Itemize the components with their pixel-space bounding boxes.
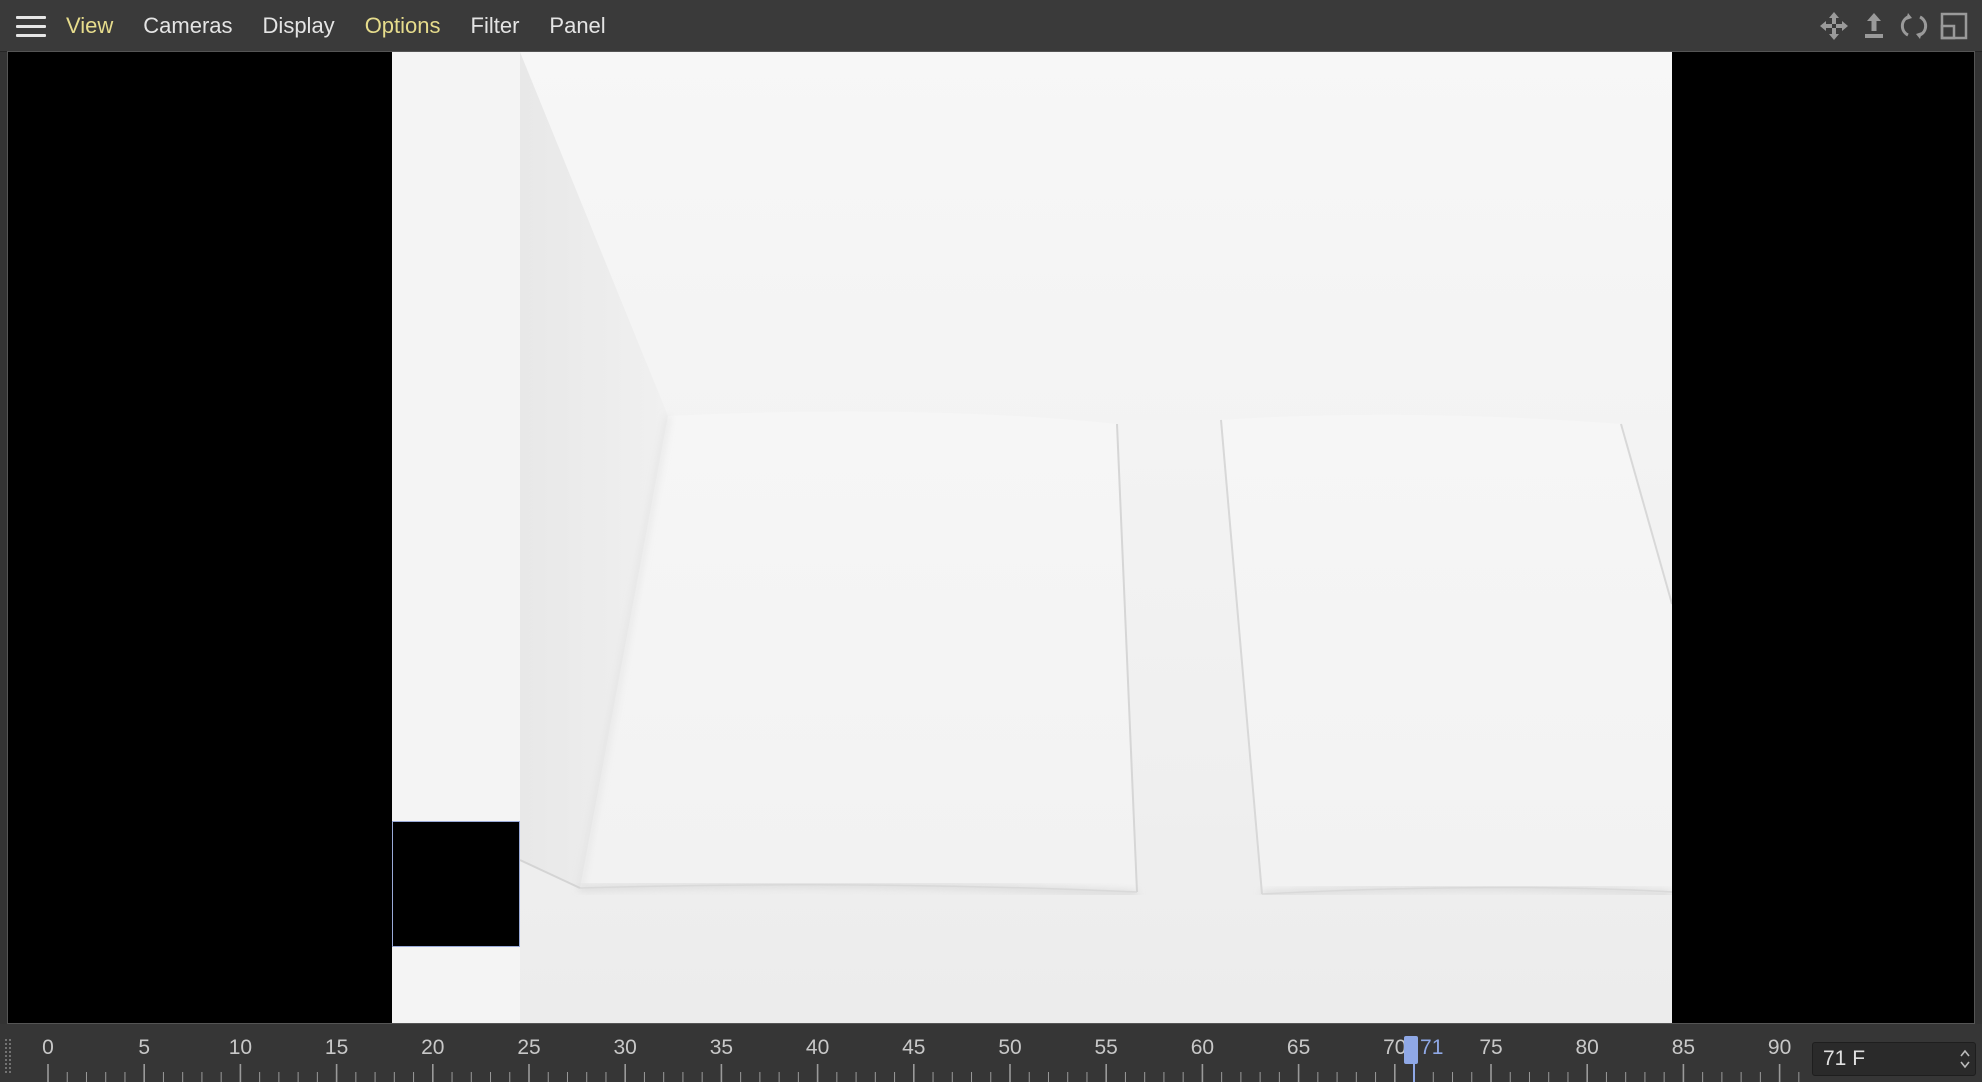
tick-label: 60 [1190, 1036, 1215, 1059]
menu-cameras[interactable]: Cameras [143, 0, 232, 51]
viewport-canvas[interactable] [7, 51, 1975, 1024]
menu-options[interactable]: Options [365, 0, 441, 51]
tick-label: 80 [1575, 1036, 1599, 1059]
current-frame-field[interactable]: 71 F [1812, 1042, 1976, 1076]
rotate-orbit-icon[interactable] [1894, 10, 1934, 42]
tick-label: 50 [998, 1036, 1022, 1059]
move-pan-icon[interactable] [1814, 10, 1854, 42]
region-selection-box[interactable] [392, 821, 520, 947]
rendered-image [520, 52, 1672, 1023]
hamburger-menu-icon[interactable] [16, 16, 46, 38]
menu-view[interactable]: View [66, 0, 113, 51]
tick-label: 85 [1671, 1036, 1696, 1059]
menu: View Cameras Display Options Filter Pane… [66, 0, 636, 51]
timeline-ruler[interactable]: 0 5 10 15 20 25 30 35 40 45 50 55 60 65 70 75 80 85 90 71 [20, 1024, 1800, 1082]
current-frame-value: 71 F [1823, 1047, 1866, 1070]
tick-label: 40 [805, 1036, 830, 1059]
tick-label: 45 [902, 1036, 926, 1059]
menu-panel[interactable]: Panel [549, 0, 605, 51]
frame-stepper-icon[interactable] [1959, 1047, 1971, 1071]
tick-label: 0 [42, 1036, 54, 1059]
timeline-grip-handle[interactable] [4, 1038, 12, 1074]
tick-label: 55 [1094, 1036, 1118, 1059]
view-tools [1814, 10, 1974, 42]
viewport-app: View Cameras Display Options Filter Pane… [0, 0, 1982, 1082]
render-region [392, 52, 1672, 1023]
tick-label: 75 [1479, 1036, 1503, 1059]
tick-label: 65 [1286, 1036, 1311, 1059]
tick-label: 5 [138, 1036, 151, 1059]
maximize-panel-icon[interactable] [1934, 10, 1974, 42]
viewport-menubar: View Cameras Display Options Filter Pane… [0, 0, 1982, 52]
tick-label: 15 [324, 1036, 349, 1059]
timeline-playhead[interactable] [1404, 1036, 1419, 1064]
menu-display[interactable]: Display [263, 0, 335, 51]
timeline: 0 5 10 15 20 25 30 35 40 45 50 55 60 65 70 75 80 85 90 71 … [0, 1024, 1982, 1082]
tick-label: 70 [1383, 1036, 1407, 1059]
tick-label: 10 [228, 1036, 253, 1059]
menu-filter[interactable]: Filter [471, 0, 520, 51]
tick-label: 35 [709, 1036, 734, 1059]
current-frame-label: 71 [1420, 1036, 1444, 1059]
tick-label: 20 [421, 1036, 445, 1059]
tick-label: 30 [613, 1036, 637, 1059]
tick-label: 90 [1767, 1036, 1792, 1059]
dolly-icon[interactable] [1854, 10, 1894, 42]
tick-label: 25 [517, 1036, 541, 1059]
timeline-playhead-line [1413, 1064, 1416, 1082]
